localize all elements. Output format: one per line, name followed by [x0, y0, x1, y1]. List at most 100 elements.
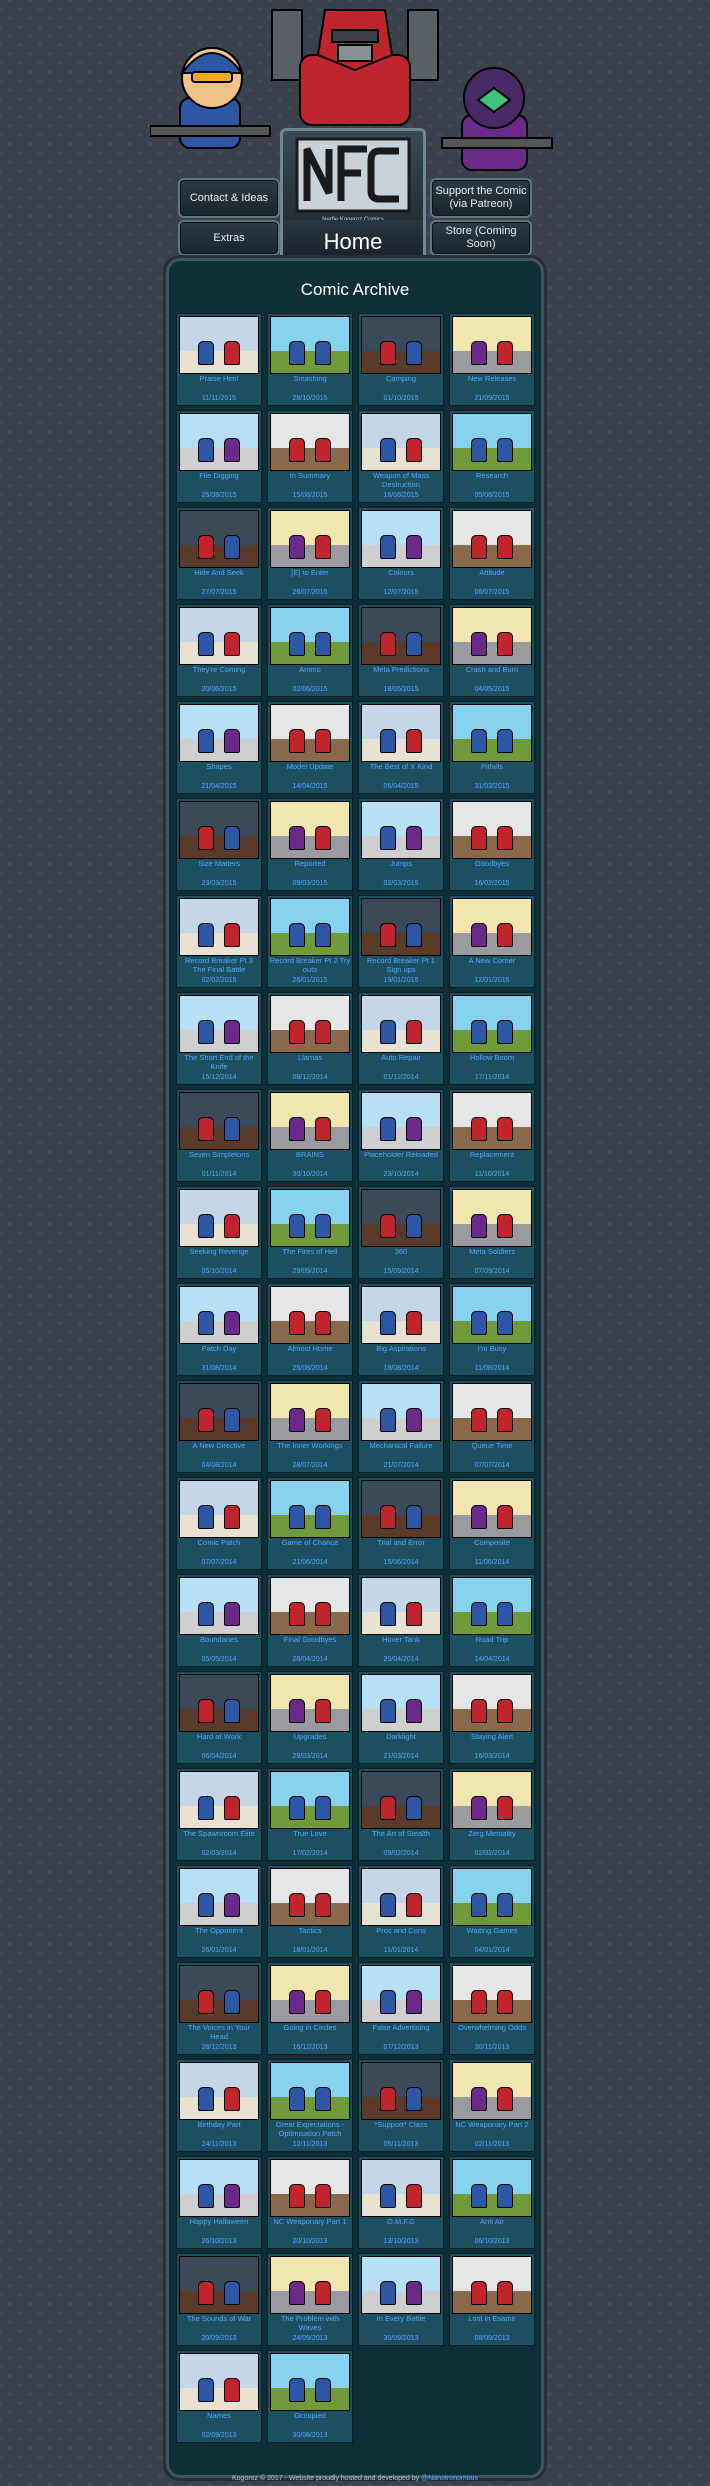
comic-card[interactable]: The Opponent 26/01/2014 — [176, 1865, 262, 1958]
comic-title[interactable]: NC Weaponary Part 2 — [450, 2120, 534, 2130]
comic-title[interactable]: The Opponent — [177, 1926, 261, 1936]
comic-title[interactable]: The Best of X Kind — [359, 762, 443, 772]
comic-thumbnail[interactable] — [361, 413, 441, 471]
comic-card[interactable]: Size Matters 23/03/2015 — [176, 798, 262, 891]
comic-card[interactable]: Praise Him! 11/11/2015 — [176, 313, 262, 406]
comic-thumbnail[interactable] — [452, 704, 532, 762]
comic-title[interactable]: Shapes — [177, 762, 261, 772]
comic-card[interactable]: Great Expectations - Optimisation Patch 1… — [267, 2059, 353, 2152]
comic-card[interactable]: Auto Repair 01/12/2014 — [358, 992, 444, 1085]
support-patreon-link[interactable]: Support the Comic (via Patreon) — [430, 178, 532, 218]
comic-title[interactable]: Tactics — [268, 1926, 352, 1936]
comic-title[interactable]: Ammo — [268, 665, 352, 675]
comic-thumbnail[interactable] — [270, 1965, 350, 2023]
comic-title[interactable]: Names — [177, 2411, 261, 2421]
comic-thumbnail[interactable] — [179, 1771, 259, 1829]
comic-card[interactable]: Colours 12/07/2015 — [358, 507, 444, 600]
comic-title[interactable]: Road Trip — [450, 1635, 534, 1645]
comic-card[interactable]: Research 05/08/2015 — [449, 410, 535, 503]
comic-thumbnail[interactable] — [270, 2062, 350, 2120]
comic-card[interactable]: They're Coming 20/06/2015 — [176, 604, 262, 697]
comic-title[interactable]: Hover Tank — [359, 1635, 443, 1645]
comic-card[interactable]: Hollow Boom 17/11/2014 — [449, 992, 535, 1085]
contact-ideas-link[interactable]: Contact & Ideas — [178, 178, 280, 218]
comic-thumbnail[interactable] — [361, 1286, 441, 1344]
comic-thumbnail[interactable] — [179, 2256, 259, 2314]
comic-thumbnail[interactable] — [361, 704, 441, 762]
comic-title[interactable]: The Art of Stealth — [359, 1829, 443, 1839]
comic-card[interactable]: Queue Time 07/07/2014 — [449, 1380, 535, 1473]
comic-thumbnail[interactable] — [179, 1577, 259, 1635]
comic-card[interactable]: Patch Day 31/08/2014 — [176, 1283, 262, 1376]
comic-thumbnail[interactable] — [270, 1189, 350, 1247]
comic-title[interactable]: Composite — [450, 1538, 534, 1548]
comic-title[interactable]: Weapon of Mass Destruction — [359, 471, 443, 489]
comic-title[interactable]: Final Goodbyes — [268, 1635, 352, 1645]
comic-title[interactable]: Crash and Burn — [450, 665, 534, 675]
comic-thumbnail[interactable] — [270, 1383, 350, 1441]
comic-title[interactable]: [E] to Enter — [268, 568, 352, 578]
comic-card[interactable]: Hard at Work 06/04/2014 — [176, 1671, 262, 1764]
comic-card[interactable]: Occupied 30/08/2013 — [267, 2350, 353, 2443]
comic-thumbnail[interactable] — [452, 801, 532, 859]
comic-card[interactable]: O.M.F.G 13/10/2013 — [358, 2156, 444, 2249]
comic-title[interactable]: A New Corner — [450, 956, 534, 966]
comic-title[interactable]: True Love — [268, 1829, 352, 1839]
comic-thumbnail[interactable] — [270, 1674, 350, 1732]
comic-card[interactable]: Meta Predictions 18/05/2015 — [358, 604, 444, 697]
comic-card[interactable]: Shapes 21/04/2015 — [176, 701, 262, 794]
comic-card[interactable]: *Support* Class 05/11/2013 — [358, 2059, 444, 2152]
comic-thumbnail[interactable] — [452, 413, 532, 471]
comic-card[interactable]: False Advertising 07/12/2013 — [358, 1962, 444, 2055]
comic-card[interactable]: Zerg Mentality 02/02/2014 — [449, 1768, 535, 1861]
comic-card[interactable]: Staying Alert 16/03/2014 — [449, 1671, 535, 1764]
comic-card[interactable]: Seven Simpletons 01/11/2014 — [176, 1089, 262, 1182]
comic-card[interactable]: Attitude 06/07/2015 — [449, 507, 535, 600]
comic-title[interactable]: Game of Chance — [268, 1538, 352, 1548]
comic-card[interactable]: Placeholder Reloaded 23/10/2014 — [358, 1089, 444, 1182]
comic-title[interactable]: O.M.F.G — [359, 2217, 443, 2227]
comic-card[interactable]: Reported 09/03/2015 — [267, 798, 353, 891]
comic-title[interactable]: Goodbyes — [450, 859, 534, 869]
comic-thumbnail[interactable] — [361, 510, 441, 568]
comic-card[interactable]: Mechanical Failure 21/07/2014 — [358, 1380, 444, 1473]
comic-thumbnail[interactable] — [361, 1771, 441, 1829]
comic-title[interactable]: The Sounds of War — [177, 2314, 261, 2324]
comic-card[interactable]: Almost Home 25/08/2014 — [267, 1283, 353, 1376]
comic-title[interactable]: Colours — [359, 568, 443, 578]
comic-thumbnail[interactable] — [270, 898, 350, 956]
site-logo[interactable]: Nerfie Kogeroz Comics — [280, 128, 426, 230]
comic-thumbnail[interactable] — [361, 1480, 441, 1538]
comic-title[interactable]: Hard at Work — [177, 1732, 261, 1742]
comic-card[interactable]: Trial and Error 15/06/2014 — [358, 1477, 444, 1570]
comic-title[interactable]: Meta Predictions — [359, 665, 443, 675]
comic-title[interactable]: Zerg Mentality — [450, 1829, 534, 1839]
comic-card[interactable]: Final Goodbyes 28/04/2014 — [267, 1574, 353, 1667]
comic-title[interactable]: Upgrades — [268, 1732, 352, 1742]
comic-card[interactable]: Camping 01/10/2015 — [358, 313, 444, 406]
comic-card[interactable]: Pros and Cons 11/01/2014 — [358, 1865, 444, 1958]
comic-thumbnail[interactable] — [179, 413, 259, 471]
comic-card[interactable]: Anti Air 06/10/2013 — [449, 2156, 535, 2249]
comic-thumbnail[interactable] — [270, 1480, 350, 1538]
comic-card[interactable]: Waiting Games 04/01/2014 — [449, 1865, 535, 1958]
comic-title[interactable]: In Every Battle — [359, 2314, 443, 2324]
comic-title[interactable]: Size Matters — [177, 859, 261, 869]
comic-thumbnail[interactable] — [270, 316, 350, 374]
extras-link[interactable]: Extras — [178, 220, 280, 256]
comic-thumbnail[interactable] — [179, 1189, 259, 1247]
comic-thumbnail[interactable] — [361, 898, 441, 956]
comic-thumbnail[interactable] — [452, 510, 532, 568]
comic-card[interactable]: Replacement 11/10/2014 — [449, 1089, 535, 1182]
comic-title[interactable]: Hide And Seek — [177, 568, 261, 578]
comic-card[interactable]: New Releases 21/09/2015 — [449, 313, 535, 406]
comic-card[interactable]: In Summary 15/08/2015 — [267, 410, 353, 503]
comic-title[interactable]: 360 — [359, 1247, 443, 1257]
comic-title[interactable]: Camping — [359, 374, 443, 384]
comic-title[interactable]: New Releases — [450, 374, 534, 384]
comic-thumbnail[interactable] — [452, 1868, 532, 1926]
comic-thumbnail[interactable] — [179, 1480, 259, 1538]
comic-thumbnail[interactable] — [361, 2062, 441, 2120]
comic-thumbnail[interactable] — [270, 801, 350, 859]
comic-thumbnail[interactable] — [361, 1092, 441, 1150]
